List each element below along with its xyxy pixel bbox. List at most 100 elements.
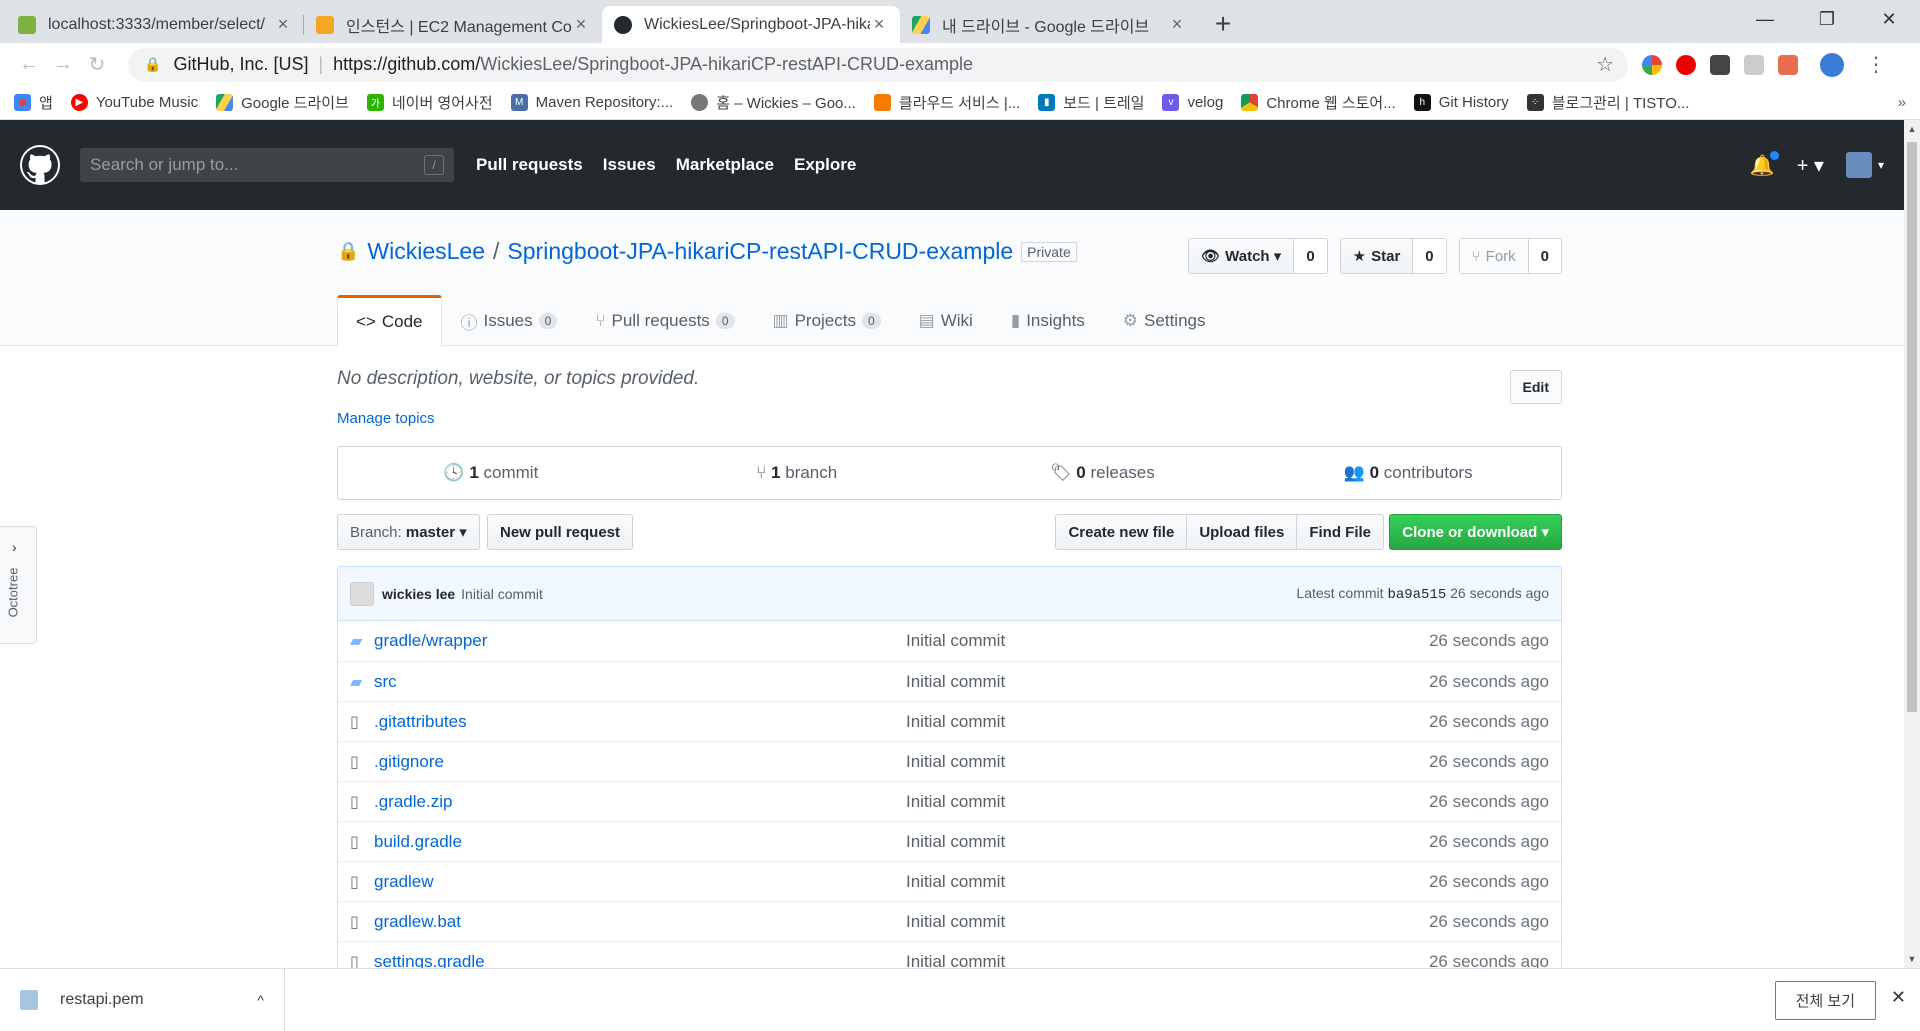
fork-button[interactable]: ⑂ Fork bbox=[1459, 239, 1529, 273]
nav-issues[interactable]: Issues bbox=[603, 155, 656, 175]
address-bar[interactable]: 🔒 GitHub, Inc. [US] | https://github.com… bbox=[128, 47, 1628, 82]
tab-projects[interactable]: ▥ Projects 0 bbox=[754, 295, 900, 347]
branch-select-button[interactable]: Branch: master ▾ bbox=[337, 514, 480, 550]
upload-files-button[interactable]: Upload files bbox=[1186, 514, 1298, 550]
new-pull-request-button[interactable]: New pull request bbox=[487, 514, 634, 550]
download-item[interactable]: restapi.pem ^ bbox=[0, 968, 285, 1031]
reload-icon[interactable]: ↻ bbox=[80, 52, 114, 77]
browser-tab[interactable]: 인스턴스 | EC2 Management Co × bbox=[304, 6, 602, 43]
octotree-toggle[interactable]: › Octotree bbox=[0, 526, 37, 644]
bookmark-star-icon[interactable]: ☆ bbox=[1596, 52, 1614, 77]
releases-link[interactable]: 🏷 0 releases bbox=[950, 463, 1256, 483]
file-name-link[interactable]: .gitignore bbox=[374, 752, 906, 772]
tab-settings[interactable]: ⚙ Settings bbox=[1104, 295, 1225, 347]
file-name-link[interactable]: build.gradle bbox=[374, 832, 906, 852]
browser-tab-active[interactable]: WickiesLee/Springboot-JPA-hika × bbox=[602, 6, 900, 43]
extension-icon[interactable] bbox=[1778, 54, 1798, 75]
file-name-link[interactable]: gradlew.bat bbox=[374, 912, 906, 932]
tab-issues[interactable]: ⓘ Issues 0 bbox=[442, 295, 577, 347]
commit-message-link[interactable]: Initial commit bbox=[906, 912, 1429, 932]
scrollbar-thumb[interactable] bbox=[1907, 142, 1917, 712]
tab-insights[interactable]: ▮ Insights bbox=[992, 295, 1104, 347]
branches-link[interactable]: ⑂ 1 branch bbox=[644, 463, 950, 483]
commit-author[interactable]: wickies lee bbox=[382, 586, 455, 602]
fork-count[interactable]: 0 bbox=[1528, 239, 1561, 273]
browser-tab[interactable]: 내 드라이브 - Google 드라이브 × bbox=[900, 6, 1198, 43]
tab-wiki[interactable]: ▤ Wiki bbox=[900, 295, 992, 347]
manage-topics-link[interactable]: Manage topics bbox=[337, 410, 435, 427]
minimize-icon[interactable]: — bbox=[1734, 0, 1796, 38]
commit-message-link[interactable]: Initial commit bbox=[906, 631, 1429, 651]
chevron-up-icon[interactable]: ^ bbox=[257, 992, 264, 1008]
new-tab-icon[interactable]: + bbox=[1206, 7, 1240, 41]
bookmark-item[interactable]: M Maven Repository:... bbox=[510, 94, 673, 111]
search-input[interactable]: Search or jump to... / bbox=[80, 148, 454, 182]
bookmark-item[interactable]: v velog bbox=[1162, 94, 1223, 111]
extension-icon[interactable] bbox=[1642, 54, 1662, 75]
chrome-menu-icon[interactable]: ⋮ bbox=[1866, 52, 1886, 77]
file-name-link[interactable]: gradle/wrapper bbox=[374, 631, 906, 651]
commit-message-link[interactable]: Initial commit bbox=[906, 672, 1429, 692]
user-menu[interactable]: ▾ bbox=[1845, 152, 1884, 178]
nav-pull-requests[interactable]: Pull requests bbox=[476, 155, 583, 175]
back-icon[interactable]: ← bbox=[12, 53, 46, 76]
commit-message-link[interactable]: Initial commit bbox=[906, 952, 1429, 969]
close-window-icon[interactable]: ✕ bbox=[1858, 0, 1920, 38]
scroll-up-icon[interactable]: ▲ bbox=[1904, 124, 1920, 134]
file-name-link[interactable]: settings.gradle bbox=[374, 952, 906, 969]
lock-icon[interactable]: 🔒 bbox=[144, 56, 161, 73]
bookmark-item[interactable]: 가 네이버 영어사전 bbox=[366, 92, 493, 113]
file-name-link[interactable]: gradlew bbox=[374, 872, 906, 892]
file-name-link[interactable]: .gradle.zip bbox=[374, 792, 906, 812]
commit-message-link[interactable]: Initial commit bbox=[906, 752, 1429, 772]
close-tab-icon[interactable]: × bbox=[870, 14, 888, 35]
close-tab-icon[interactable]: × bbox=[274, 14, 292, 35]
close-tab-icon[interactable]: × bbox=[572, 14, 590, 35]
bookmark-item[interactable]: h Git History bbox=[1413, 94, 1509, 111]
tab-code[interactable]: <> Code bbox=[337, 295, 442, 347]
restore-icon[interactable]: ❐ bbox=[1796, 0, 1858, 38]
watch-button[interactable]: 👁 Watch ▾ bbox=[1189, 239, 1295, 273]
nav-marketplace[interactable]: Marketplace bbox=[676, 155, 774, 175]
browser-tab[interactable]: localhost:3333/member/select/ × bbox=[6, 6, 304, 43]
bookmark-item[interactable]: ⁘ 블로그관리 | TISTO... bbox=[1526, 92, 1689, 113]
create-new-file-button[interactable]: Create new file bbox=[1055, 514, 1188, 550]
bookmark-item[interactable]: 클라우드 서비스 |... bbox=[873, 92, 1020, 113]
find-file-button[interactable]: Find File bbox=[1296, 514, 1384, 550]
forward-icon[interactable]: → bbox=[46, 53, 80, 76]
commit-message-link[interactable]: Initial commit bbox=[906, 872, 1429, 892]
bookmark-apps[interactable]: 앱 bbox=[14, 92, 53, 113]
bookmark-item[interactable]: ▮ 보드 | 트레일 bbox=[1038, 92, 1144, 113]
create-new-plus-icon[interactable]: + ▾ bbox=[1797, 153, 1824, 178]
close-tab-icon[interactable]: × bbox=[1168, 14, 1186, 35]
watch-count[interactable]: 0 bbox=[1294, 239, 1327, 273]
commit-message-link[interactable]: Initial commit bbox=[906, 712, 1429, 732]
notifications-bell-icon[interactable]: 🔔 bbox=[1750, 150, 1779, 178]
extension-icon[interactable] bbox=[1710, 54, 1730, 75]
bookmark-item[interactable]: ▶ YouTube Music bbox=[70, 94, 198, 111]
star-button[interactable]: ★ Star bbox=[1340, 239, 1414, 273]
scroll-down-icon[interactable]: ▼ bbox=[1904, 954, 1920, 964]
nav-explore[interactable]: Explore bbox=[794, 155, 856, 175]
tab-pull-requests[interactable]: ⑂ Pull requests 0 bbox=[576, 295, 753, 347]
file-name-link[interactable]: src bbox=[374, 672, 906, 692]
commit-sha[interactable]: ba9a515 bbox=[1387, 587, 1446, 603]
star-count[interactable]: 0 bbox=[1413, 239, 1446, 273]
more-bookmarks-icon[interactable]: » bbox=[1898, 94, 1906, 111]
contributors-link[interactable]: 👥 0 contributors bbox=[1255, 463, 1561, 483]
page-scrollbar[interactable]: ▲ ▼ bbox=[1904, 120, 1920, 968]
clone-or-download-button[interactable]: Clone or download ▾ bbox=[1389, 514, 1562, 550]
profile-avatar[interactable] bbox=[1820, 52, 1844, 77]
repo-owner-link[interactable]: WickiesLee bbox=[367, 238, 485, 265]
adblock-icon[interactable] bbox=[1676, 54, 1696, 75]
github-logo-icon[interactable] bbox=[20, 145, 60, 185]
bookmark-item[interactable]: Chrome 웹 스토어... bbox=[1241, 92, 1396, 113]
close-shelf-icon[interactable]: ✕ bbox=[1891, 987, 1906, 1008]
commits-link[interactable]: 🕓 1 commit bbox=[338, 463, 644, 483]
edit-description-button[interactable]: Edit bbox=[1509, 370, 1562, 404]
commit-message[interactable]: Initial commit bbox=[461, 586, 543, 602]
commit-message-link[interactable]: Initial commit bbox=[906, 792, 1429, 812]
commit-message-link[interactable]: Initial commit bbox=[906, 832, 1429, 852]
bookmark-item[interactable]: Google 드라이브 bbox=[216, 92, 349, 113]
avatar[interactable] bbox=[350, 581, 374, 606]
